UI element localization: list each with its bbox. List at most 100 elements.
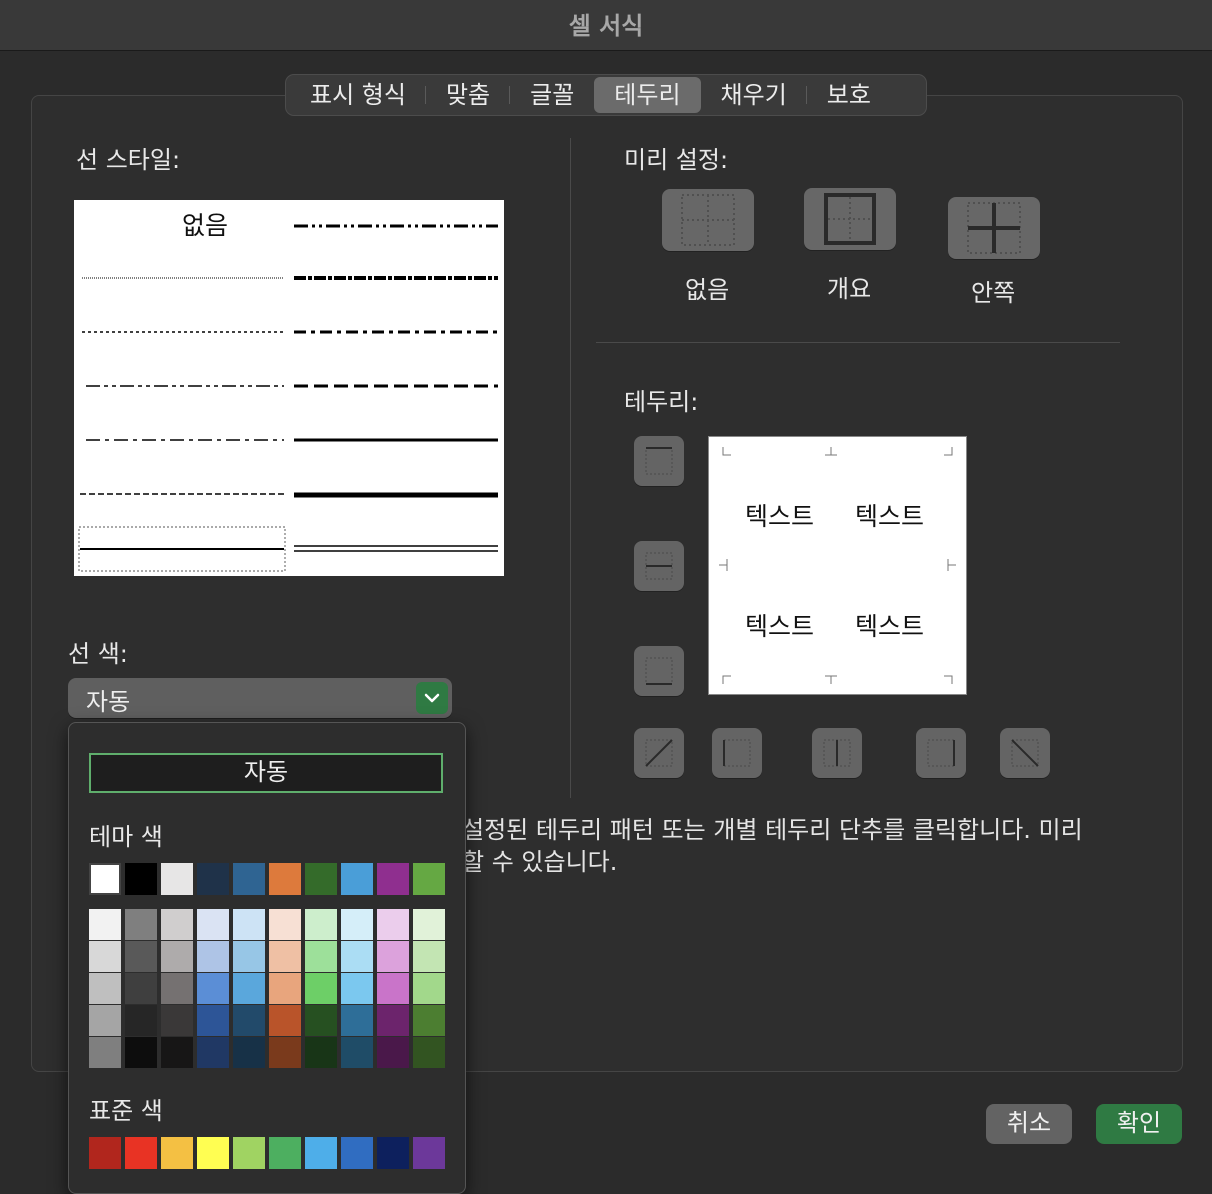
cancel-button[interactable]: 취소: [986, 1104, 1072, 1144]
theme-shade-swatch[interactable]: [197, 909, 229, 940]
theme-shade-swatch[interactable]: [377, 909, 409, 940]
preset-inside-button[interactable]: [948, 197, 1040, 259]
standard-color-swatch[interactable]: [269, 1137, 301, 1169]
standard-color-swatch[interactable]: [377, 1137, 409, 1169]
theme-shade-swatch[interactable]: [125, 1005, 157, 1036]
tab-border[interactable]: 테두리: [594, 77, 701, 113]
middle-horizontal-border-button[interactable]: [634, 541, 684, 591]
theme-shade-swatch[interactable]: [377, 1005, 409, 1036]
theme-shade-swatch[interactable]: [161, 1037, 193, 1068]
border-preview[interactable]: 텍스트 텍스트 텍스트 텍스트: [708, 436, 967, 695]
theme-shade-swatch[interactable]: [197, 1005, 229, 1036]
theme-shade-swatch[interactable]: [305, 1037, 337, 1068]
ok-button[interactable]: 확인: [1096, 1104, 1182, 1144]
middle-vertical-border-button[interactable]: [812, 728, 862, 778]
standard-color-swatch[interactable]: [161, 1137, 193, 1169]
theme-shade-swatch[interactable]: [89, 941, 121, 972]
theme-color-swatch[interactable]: [269, 863, 301, 895]
theme-shade-swatch[interactable]: [89, 909, 121, 940]
theme-shade-swatch[interactable]: [269, 973, 301, 1004]
theme-color-swatch[interactable]: [233, 863, 265, 895]
chevron-down-icon[interactable]: [416, 682, 448, 714]
preset-none-button[interactable]: [662, 189, 754, 251]
standard-color-swatch[interactable]: [305, 1137, 337, 1169]
left-border-button[interactable]: [712, 728, 762, 778]
theme-shade-swatch[interactable]: [125, 909, 157, 940]
theme-shade-swatch[interactable]: [341, 1005, 373, 1036]
theme-shade-swatch[interactable]: [269, 909, 301, 940]
theme-shade-swatch[interactable]: [341, 941, 373, 972]
standard-color-swatch[interactable]: [125, 1137, 157, 1169]
tab-fill[interactable]: 채우기: [701, 77, 808, 113]
theme-shade-swatch[interactable]: [413, 973, 445, 1004]
theme-shade-swatch[interactable]: [89, 973, 121, 1004]
theme-color-swatch[interactable]: [125, 863, 157, 895]
theme-shade-swatch[interactable]: [377, 1037, 409, 1068]
theme-shade-swatch[interactable]: [269, 941, 301, 972]
auto-color-button[interactable]: 자동: [89, 753, 443, 793]
theme-shade-swatch[interactable]: [125, 973, 157, 1004]
theme-shade-swatch[interactable]: [125, 941, 157, 972]
line-style-label: 선 스타일:: [76, 146, 181, 174]
theme-shade-swatch[interactable]: [161, 941, 193, 972]
diagonal-down-border-button[interactable]: [1000, 728, 1050, 778]
theme-shade-swatch[interactable]: [197, 973, 229, 1004]
theme-shade-swatch[interactable]: [377, 941, 409, 972]
bottom-border-button[interactable]: [634, 646, 684, 696]
theme-shade-swatch[interactable]: [305, 941, 337, 972]
theme-shade-swatch[interactable]: [269, 1037, 301, 1068]
right-border-button[interactable]: [916, 728, 966, 778]
theme-color-swatch[interactable]: [341, 863, 373, 895]
line-color-select[interactable]: 자동: [68, 678, 452, 718]
middle-horizontal-border-icon: [645, 552, 673, 580]
theme-shade-swatch[interactable]: [341, 973, 373, 1004]
theme-shade-swatch[interactable]: [413, 909, 445, 940]
theme-color-swatch[interactable]: [161, 863, 193, 895]
theme-colors-label: 테마 색: [89, 823, 163, 851]
border-label: 테두리:: [624, 388, 699, 416]
theme-shade-swatch[interactable]: [125, 1037, 157, 1068]
theme-shade-swatch[interactable]: [341, 909, 373, 940]
theme-shade-swatch[interactable]: [233, 1005, 265, 1036]
theme-shade-swatch[interactable]: [413, 1037, 445, 1068]
theme-shade-swatch[interactable]: [377, 973, 409, 1004]
line-style-options[interactable]: 없음: [74, 200, 504, 576]
theme-shade-swatch[interactable]: [413, 941, 445, 972]
standard-color-swatch[interactable]: [233, 1137, 265, 1169]
preset-outline-button[interactable]: [804, 188, 896, 250]
standard-color-swatch[interactable]: [341, 1137, 373, 1169]
theme-shade-swatch[interactable]: [341, 1037, 373, 1068]
theme-shade-swatch[interactable]: [233, 973, 265, 1004]
tab-alignment[interactable]: 맞춤: [426, 77, 511, 113]
tab-number-format[interactable]: 표시 형식: [290, 77, 426, 113]
theme-shade-swatch[interactable]: [161, 909, 193, 940]
line-style-picker[interactable]: 없음: [74, 200, 504, 576]
theme-color-swatch[interactable]: [377, 863, 409, 895]
theme-shade-swatch[interactable]: [233, 909, 265, 940]
theme-color-swatch[interactable]: [305, 863, 337, 895]
standard-color-swatch[interactable]: [197, 1137, 229, 1169]
standard-color-swatch[interactable]: [89, 1137, 121, 1169]
diagonal-up-border-button[interactable]: [634, 728, 684, 778]
theme-shade-swatch[interactable]: [233, 941, 265, 972]
theme-color-swatch[interactable]: [197, 863, 229, 895]
theme-color-swatch[interactable]: [89, 863, 121, 895]
theme-shade-swatch[interactable]: [89, 1037, 121, 1068]
top-border-button[interactable]: [634, 436, 684, 486]
theme-shade-swatch[interactable]: [233, 1037, 265, 1068]
theme-shade-swatch[interactable]: [269, 1005, 301, 1036]
theme-shade-swatch[interactable]: [305, 973, 337, 1004]
theme-shade-swatch[interactable]: [197, 1037, 229, 1068]
standard-color-swatch[interactable]: [413, 1137, 445, 1169]
theme-shade-swatch[interactable]: [305, 1005, 337, 1036]
tab-font[interactable]: 글꼴: [510, 77, 594, 113]
theme-shade-swatch[interactable]: [89, 1005, 121, 1036]
theme-shade-swatch[interactable]: [197, 941, 229, 972]
theme-shade-swatch[interactable]: [305, 909, 337, 940]
theme-shade-swatch[interactable]: [161, 1005, 193, 1036]
theme-color-swatch[interactable]: [413, 863, 445, 895]
theme-shade-swatch[interactable]: [161, 973, 193, 1004]
preview-corner-marks: [719, 447, 956, 684]
tab-protection[interactable]: 보호: [807, 77, 891, 113]
theme-shade-swatch[interactable]: [413, 1005, 445, 1036]
